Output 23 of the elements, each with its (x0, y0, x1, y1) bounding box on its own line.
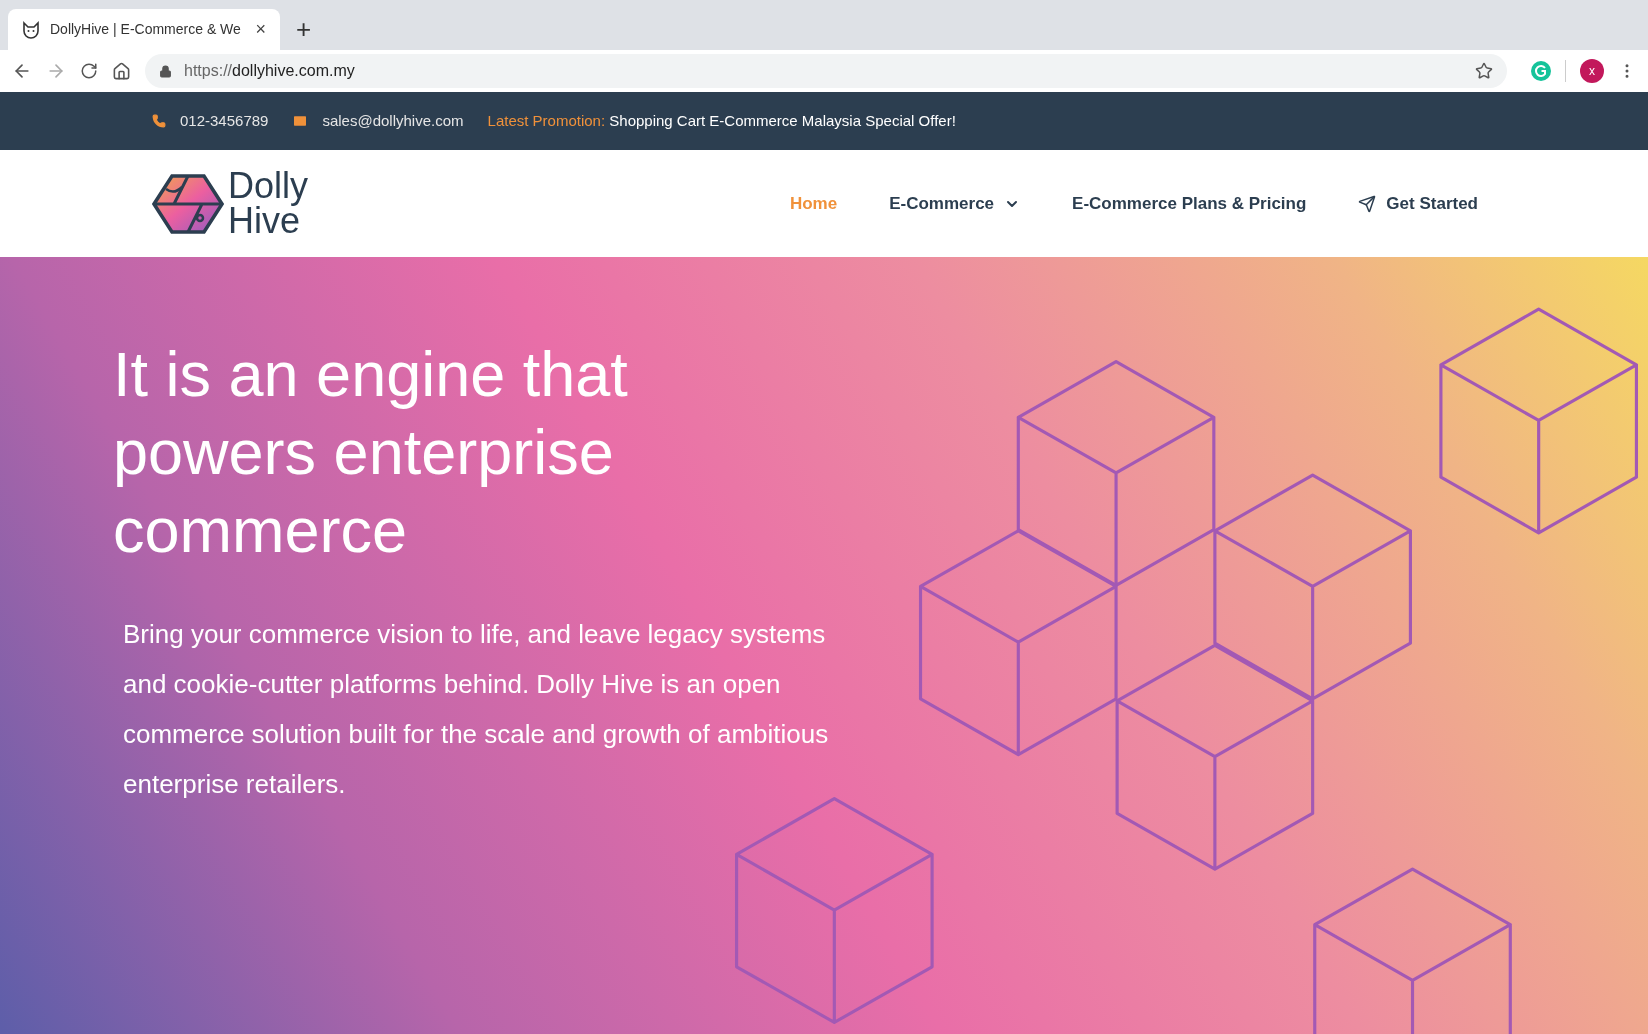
tab-title: DollyHive | E-Commerce & We (50, 20, 242, 39)
logo-text: Dolly (228, 169, 308, 204)
promotion-text: Latest Promotion: Shopping Cart E-Commerce Malaysia Special Offer! (487, 110, 956, 131)
address-bar[interactable]: https://dollyhive.com.my (145, 54, 1507, 88)
reload-icon[interactable] (80, 62, 98, 80)
email-address: sales@dollyhive.com (322, 110, 464, 131)
cat-face-icon (22, 20, 40, 39)
tab-close-button[interactable]: × (255, 16, 266, 43)
profile-avatar[interactable]: x (1580, 59, 1604, 83)
hero-heading: It is an engine that powers enterprise commerce (113, 338, 629, 567)
nav-link[interactable]: E-Commerce (889, 190, 1021, 217)
browser-tab[interactable]: DollyHive | E-Commerce & We × (8, 9, 280, 50)
url-text: https://dollyhive.com.my (184, 61, 356, 81)
phone-number: 012-3456789 (180, 110, 269, 131)
phone-icon (152, 114, 166, 128)
nav-link[interactable]: E-Commerce Plans & Pricing (1072, 190, 1307, 217)
bookmark-star-icon[interactable] (1475, 62, 1493, 80)
hero-description: Bring your commerce vision to life, and leave legacy systems and cookie-cutter platforms behind. Dolly Hive is an open commerce solution built for the scale and growth of ambitious enterprise retailers. (123, 618, 830, 801)
new-tab-button[interactable]: + (280, 9, 328, 50)
paper-plane-icon (1358, 194, 1377, 213)
home-icon[interactable] (112, 61, 131, 81)
nav-link[interactable]: Get Started (1358, 190, 1478, 217)
hexagon-logo-icon (152, 172, 224, 235)
